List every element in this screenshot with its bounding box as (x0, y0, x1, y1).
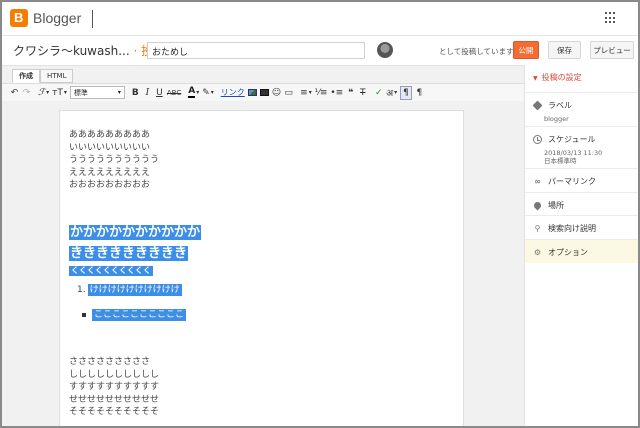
bulleted-list-icon[interactable]: •≡ (330, 86, 343, 100)
top-bar: Blogger (2, 2, 638, 36)
preview-button[interactable]: プレビュー (590, 41, 634, 59)
triangle-down-icon: ▼ (533, 75, 538, 82)
paragraph-line: せせせせせせせせせせ (69, 394, 160, 405)
sidebar-item-labels[interactable]: ラベル blogger (525, 92, 638, 126)
blogger-logo-icon[interactable] (10, 9, 28, 27)
post-title-input[interactable]: おためし (147, 42, 365, 59)
publish-button[interactable]: 公開 (513, 41, 539, 59)
link-icon: ∞ (534, 177, 541, 186)
post-settings-title[interactable]: ▼ 投稿の設定 (533, 72, 582, 83)
large-text-line: ききききききききき (69, 245, 189, 262)
italic-button[interactable]: I (143, 86, 152, 100)
ordered-list-item: 1. けけけけけけけけけけ (77, 282, 182, 296)
paragraph-line: あああああああああ (69, 130, 151, 140)
list-item-text: ここここここここここ (92, 309, 187, 321)
options-title: オプション (548, 248, 588, 257)
posting-as-text: として投稿しています (439, 47, 514, 56)
quote-icon[interactable]: ❝ (346, 86, 355, 100)
paragraph-line: そそそそそそそそそそ (69, 407, 160, 418)
breadcrumb: クワシラ〜kuwash... · 投稿 (13, 42, 165, 59)
gear-icon: ⚙ (533, 248, 542, 257)
search-icon: ⚲ (534, 224, 541, 233)
paragraph-line: うううううううううう (69, 155, 160, 166)
editor-toolbar: ↶ ↷ ℱ ▾ ᴛT ▾ 標準 ▾ B I U ABC A ▾ ✎ ▾ リンク ☺ ▭ ≡… (2, 83, 524, 101)
tab-html[interactable]: HTML (40, 69, 74, 83)
post-header: クワシラ〜kuwash... · 投稿 おためし として投稿しています 公開 保… (2, 37, 638, 65)
link-button[interactable]: リンク (221, 86, 245, 100)
sidebar-item-search-description[interactable]: ⚲ 検索向け説明 (525, 215, 638, 239)
font-family-icon[interactable]: ℱ ▾ (38, 86, 49, 100)
text-color-icon[interactable]: A ▾ (188, 86, 199, 100)
paragraph-line: すすすすすすすすすす (69, 382, 160, 393)
bulleted-list-item: ここここここここここ (82, 307, 187, 321)
post-settings-label: 投稿の設定 (541, 73, 582, 82)
schedule-date: 2018/03/13 11:30 (544, 149, 603, 157)
post-settings-sidebar: ▼ 投稿の設定 ラベル blogger スケジュール 2018/03/13 11:… (524, 65, 638, 426)
rtl-direction-icon[interactable]: ¶ (415, 86, 424, 100)
emoji-icon[interactable]: ☺ (272, 86, 281, 100)
clear-format-icon[interactable]: T (358, 86, 367, 100)
mode-tabs: 作成 HTML (12, 69, 74, 83)
divider (92, 10, 93, 28)
search-description-title: 検索向け説明 (548, 224, 596, 233)
schedule-title: スケジュール (548, 135, 596, 144)
insert-video-icon[interactable] (259, 86, 269, 100)
sidebar-item-permalink[interactable]: ∞ パーマリンク (525, 168, 638, 192)
spellcheck-icon[interactable]: ✓ (374, 86, 383, 100)
paragraph-line: さささささささささ (69, 357, 151, 367)
numbered-list-icon[interactable]: ⅟≡ (315, 86, 328, 100)
format-select[interactable]: 標準 ▾ (69, 86, 125, 99)
chevron-down-icon: ▾ (117, 89, 121, 96)
save-button[interactable]: 保存 (548, 41, 581, 59)
underline-button[interactable]: U (155, 86, 164, 100)
tag-icon (532, 100, 543, 111)
editor-canvas[interactable]: あああああああああ いいいいいいいいい うううううううううう えええええええええ… (59, 110, 464, 426)
ltr-direction-icon[interactable]: ¶ (400, 85, 412, 100)
highlight-color-icon[interactable]: ✎ ▾ (202, 86, 214, 100)
sidebar-item-options[interactable]: ⚙ オプション (525, 239, 638, 263)
small-text-line: くくくくくくくくくく (69, 266, 153, 276)
location-pin-icon (532, 200, 543, 211)
sidebar-item-location[interactable]: 場所 (525, 192, 638, 215)
bold-button[interactable]: B (131, 86, 140, 100)
strikethrough-button[interactable]: ABC (167, 86, 181, 100)
sidebar-item-schedule[interactable]: スケジュール 2018/03/13 11:30 日本標準時 (525, 126, 638, 168)
list-number: 1. (77, 285, 86, 295)
selected-text: かかかかかかかかかか (69, 225, 202, 240)
input-tools-icon[interactable]: अ ▾ (386, 86, 397, 100)
selected-text: ききききききききき (69, 246, 189, 261)
font-size-icon[interactable]: ᴛT ▾ (52, 86, 67, 100)
format-select-value: 標準 (73, 88, 88, 97)
avatar[interactable] (377, 42, 393, 58)
tab-compose[interactable]: 作成 (12, 69, 40, 83)
paragraph-line: おおおおおおおおお (69, 180, 151, 191)
paragraph-line: いいいいいいいいい (69, 142, 151, 153)
insert-image-icon[interactable] (247, 86, 257, 100)
breadcrumb-separator: · (133, 44, 138, 58)
browser-frame: Blogger クワシラ〜kuwash... · 投稿 おためし として投稿して… (0, 0, 640, 428)
apps-grid-icon[interactable] (605, 12, 617, 24)
redo-icon[interactable]: ↷ (22, 86, 31, 100)
paragraph-line: しししししししししし (69, 369, 160, 380)
jump-break-icon[interactable]: ▭ (284, 86, 293, 100)
location-title: 場所 (548, 201, 564, 210)
large-text-line: かかかかかかかかかか (69, 224, 202, 241)
clock-icon (533, 135, 542, 144)
schedule-timezone: 日本標準時 (544, 157, 577, 165)
labels-title: ラベル (548, 101, 572, 110)
list-item-text: けけけけけけけけけけ (87, 284, 182, 296)
undo-icon[interactable]: ↶ (10, 86, 19, 100)
brand-name[interactable]: Blogger (33, 10, 81, 26)
permalink-title: パーマリンク (548, 177, 596, 186)
paragraph-line: えええええええええ (69, 167, 151, 178)
blog-name-link[interactable]: クワシラ〜kuwash... (13, 44, 130, 58)
align-icon[interactable]: ≡ ▾ (300, 86, 312, 100)
bullet-icon (82, 312, 86, 317)
editor-area: 作成 HTML ↶ ↷ ℱ ▾ ᴛT ▾ 標準 ▾ B I U ABC A ▾ ✎ ▾ リ… (2, 65, 524, 426)
labels-value: blogger (544, 115, 569, 123)
